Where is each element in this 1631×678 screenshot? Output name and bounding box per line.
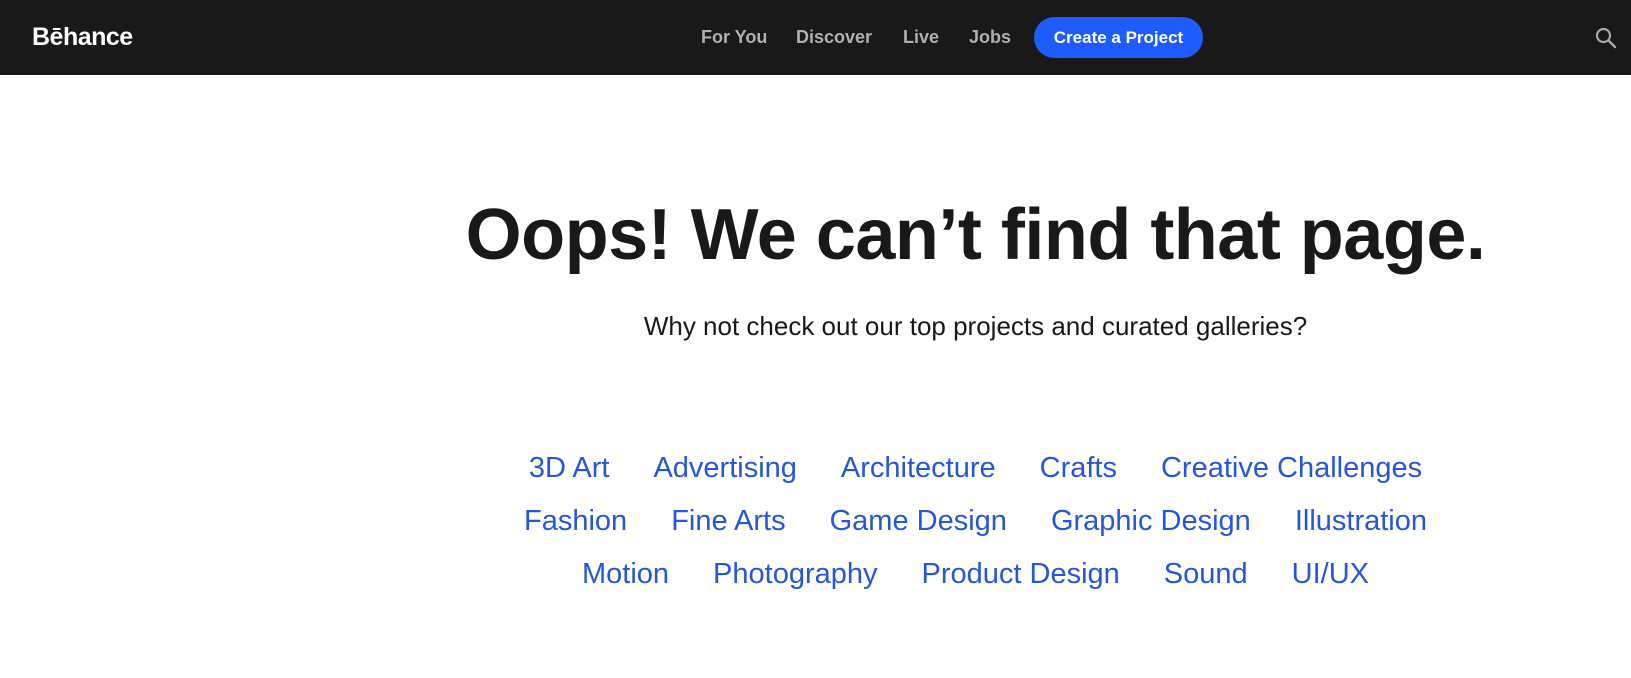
category-link-photography[interactable]: Photography <box>713 552 877 605</box>
main-nav: For You Discover Live Jobs <box>0 0 1631 75</box>
nav-jobs[interactable]: Jobs <box>969 25 1011 49</box>
category-link-fashion[interactable]: Fashion <box>524 499 627 552</box>
category-link-crafts[interactable]: Crafts <box>1040 446 1117 499</box>
category-link-architecture[interactable]: Architecture <box>841 446 996 499</box>
category-row: Motion Photography Product Design Sound … <box>320 552 1631 605</box>
nav-for-you[interactable]: For You <box>701 25 767 49</box>
search-icon-graphic <box>1595 27 1617 49</box>
nav-live[interactable]: Live <box>903 25 939 49</box>
category-link-graphic-design[interactable]: Graphic Design <box>1051 499 1251 552</box>
category-link-advertising[interactable]: Advertising <box>653 446 796 499</box>
category-links: 3D Art Advertising Architecture Crafts C… <box>0 446 1631 605</box>
page-subtitle: Why not check out our top projects and c… <box>643 311 1308 341</box>
top-navigation-bar: Bēhance For You Discover Live Jobs Creat… <box>0 0 1631 75</box>
category-row: Fashion Fine Arts Game Design Graphic De… <box>320 499 1631 552</box>
category-link-sound[interactable]: Sound <box>1164 552 1248 605</box>
page-title: Oops! We can’t find that page. <box>465 195 1486 275</box>
category-link-motion[interactable]: Motion <box>582 552 669 605</box>
category-link-creative-challenges[interactable]: Creative Challenges <box>1161 446 1422 499</box>
category-link-product-design[interactable]: Product Design <box>922 552 1120 605</box>
category-link-game-design[interactable]: Game Design <box>830 499 1007 552</box>
nav-discover[interactable]: Discover <box>796 25 872 49</box>
category-link-fine-arts[interactable]: Fine Arts <box>671 499 785 552</box>
category-link-ui-ux[interactable]: UI/UX <box>1292 552 1369 605</box>
category-link-illustration[interactable]: Illustration <box>1295 499 1427 552</box>
search-icon[interactable] <box>1594 26 1618 50</box>
create-project-button[interactable]: Create a Project <box>1034 17 1203 58</box>
category-link-3d-art[interactable]: 3D Art <box>529 446 610 499</box>
category-row: 3D Art Advertising Architecture Crafts C… <box>320 446 1631 499</box>
